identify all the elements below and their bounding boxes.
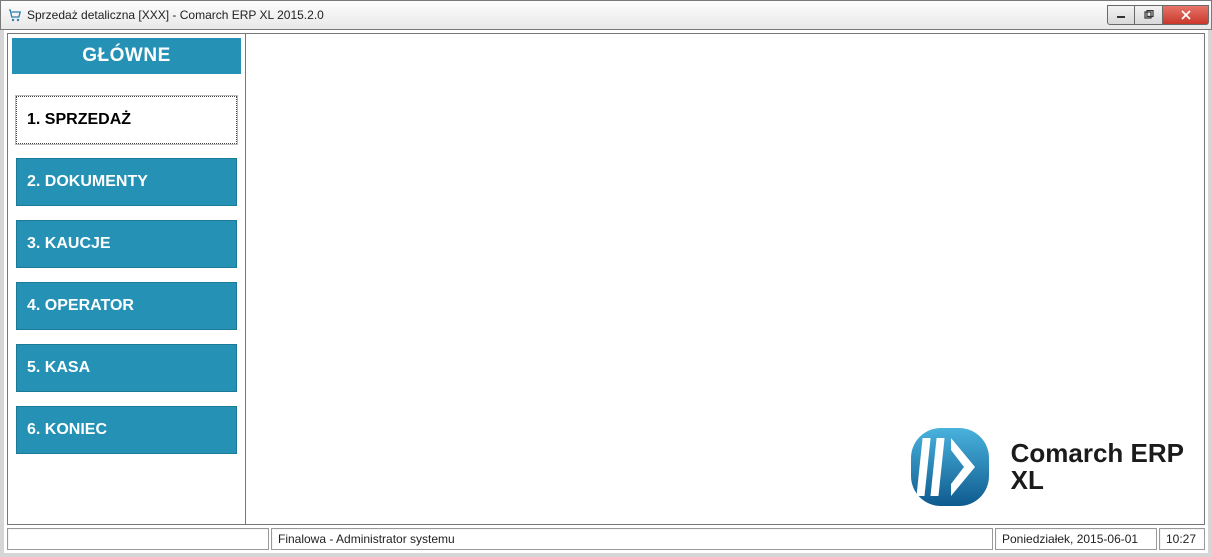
titlebar: Sprzedaż detaliczna [XXX] - Comarch ERP … [0,0,1212,30]
app-cart-icon [7,7,23,23]
maximize-button[interactable] [1135,5,1163,25]
content-area: GŁÓWNE 1. SPRZEDAŻ 2. DOKUMENTY 3. KAUCJ… [7,33,1205,525]
sidebar: GŁÓWNE 1. SPRZEDAŻ 2. DOKUMENTY 3. KAUCJ… [8,34,246,524]
status-time: 10:27 [1159,528,1205,550]
menu-item-koniec[interactable]: 6. KONIEC [16,406,237,454]
menu-item-kasa[interactable]: 5. KASA [16,344,237,392]
main-menu: 1. SPRZEDAŻ 2. DOKUMENTY 3. KAUCJE 4. OP… [12,96,241,454]
menu-item-kaucje[interactable]: 3. KAUCJE [16,220,237,268]
minimize-icon [1116,10,1126,20]
menu-item-dokumenty[interactable]: 2. DOKUMENTY [16,158,237,206]
brand-line2: XL [1011,467,1184,494]
maximize-icon [1144,10,1154,20]
window-controls [1107,5,1209,25]
brand-line1: Comarch ERP [1011,440,1184,467]
main-panel: Comarch ERP XL [246,34,1204,524]
minimize-button[interactable] [1107,5,1135,25]
close-icon [1180,10,1192,20]
status-cell-empty [7,528,269,550]
menu-item-operator[interactable]: 4. OPERATOR [16,282,237,330]
brand-logo-icon [907,424,993,510]
menu-item-sprzedaz[interactable]: 1. SPRZEDAŻ [16,96,237,144]
status-date: Poniedziałek, 2015-06-01 [995,528,1157,550]
status-user: Finalowa - Administrator systemu [271,528,993,550]
brand-text: Comarch ERP XL [1011,440,1184,495]
sidebar-header: GŁÓWNE [12,38,241,74]
titlebar-left: Sprzedaż detaliczna [XXX] - Comarch ERP … [7,7,324,23]
statusbar: Finalowa - Administrator systemu Poniedz… [7,528,1205,550]
window-frame: GŁÓWNE 1. SPRZEDAŻ 2. DOKUMENTY 3. KAUCJ… [0,30,1212,557]
brand-block: Comarch ERP XL [907,424,1184,510]
window-title: Sprzedaż detaliczna [XXX] - Comarch ERP … [27,8,324,22]
close-button[interactable] [1163,5,1209,25]
